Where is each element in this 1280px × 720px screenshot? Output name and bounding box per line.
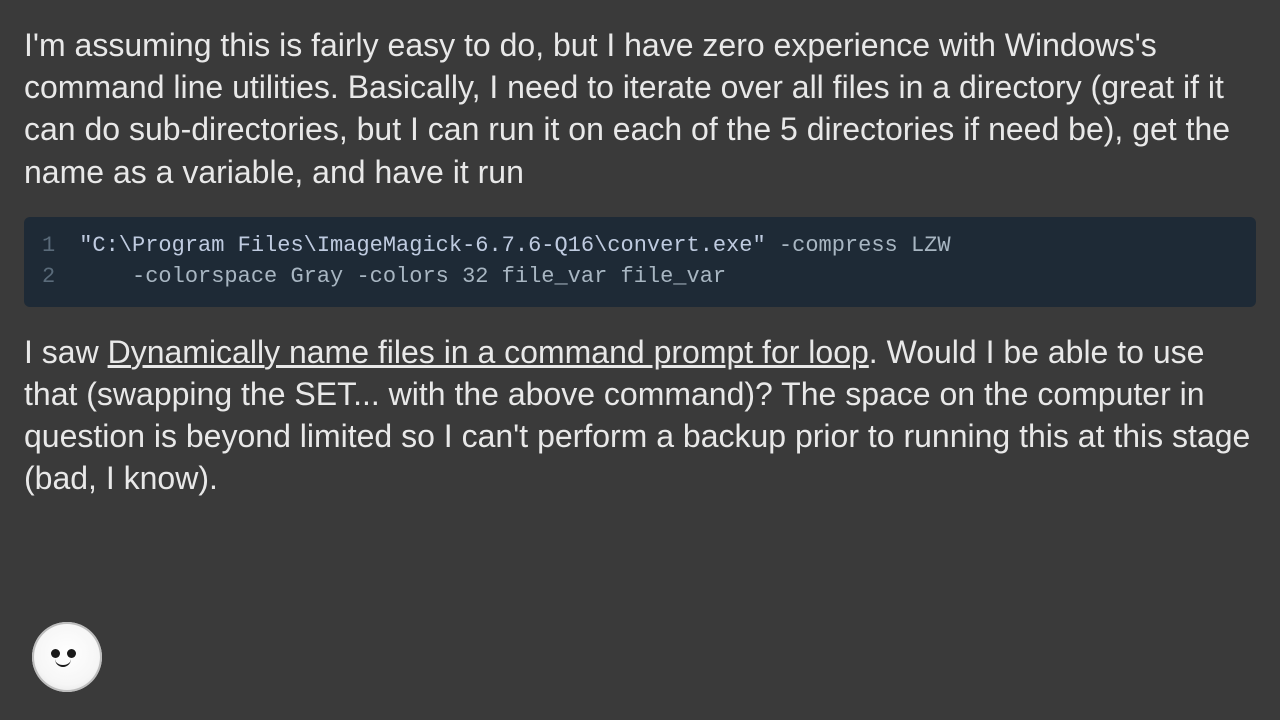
code-block: 1 2 "C:\Program Files\ImageMagick-6.7.6-…	[24, 217, 1256, 307]
para2-pre: I saw	[24, 334, 108, 370]
question-body: I'm assuming this is fairly easy to do, …	[0, 0, 1280, 499]
code-text: -colorspace Gray -colors 32 file_var fil…	[79, 264, 726, 289]
assistant-avatar-icon	[32, 622, 102, 692]
paragraph-1: I'm assuming this is fairly easy to do, …	[24, 24, 1256, 193]
code-text: -compress LZW	[766, 233, 964, 258]
paragraph-2: I saw Dynamically name files in a comman…	[24, 331, 1256, 500]
code-string: "C:\Program Files\ImageMagick-6.7.6-Q16\…	[79, 233, 766, 258]
referenced-question-link[interactable]: Dynamically name files in a command prom…	[108, 334, 869, 370]
code-content: "C:\Program Files\ImageMagick-6.7.6-Q16\…	[79, 231, 1238, 293]
code-gutter: 1 2	[42, 231, 79, 293]
